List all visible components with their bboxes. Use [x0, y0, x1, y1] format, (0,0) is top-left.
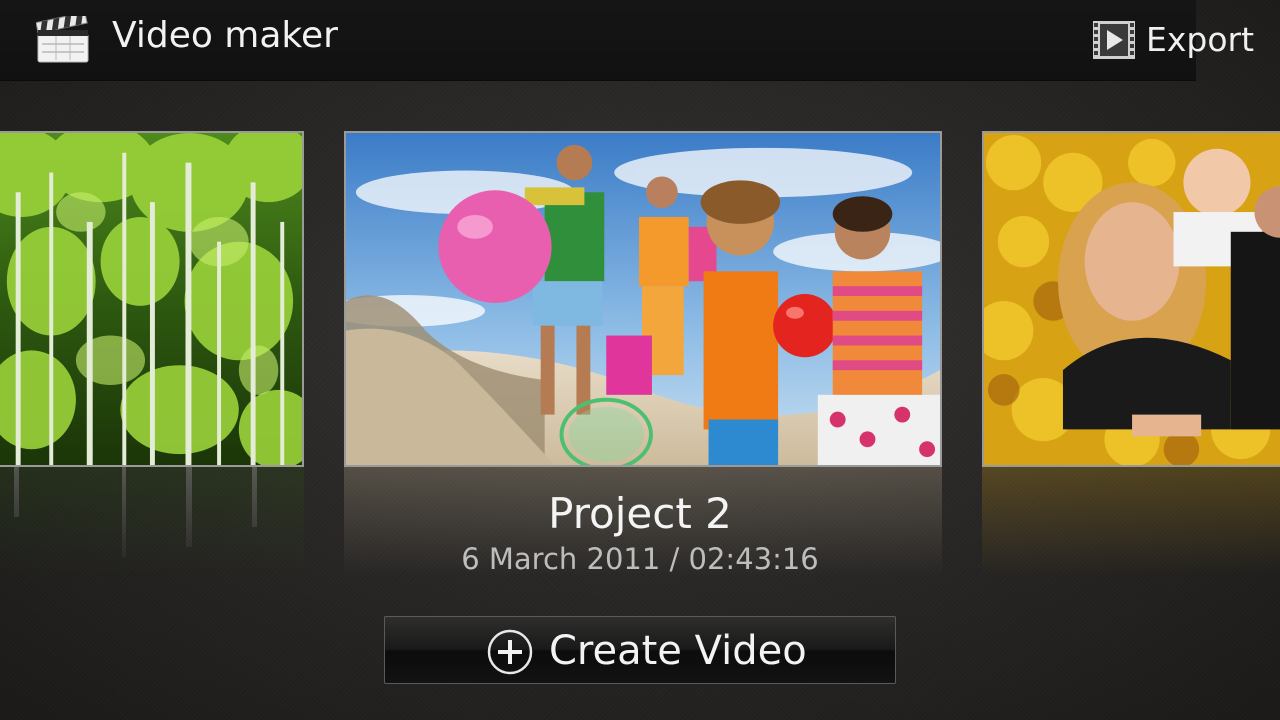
filmstrip-play-icon [1092, 20, 1136, 60]
project-thumbnail-beach[interactable] [344, 131, 942, 467]
app-title: Video maker [112, 15, 338, 56]
project-title: Project 2 [548, 489, 732, 538]
project-date: 6 March 2011 / 02:43:16 [461, 542, 819, 576]
video-maker-screen: Video maker Export Project 2 6 March 201… [0, 0, 1280, 720]
export-button[interactable]: Export [1092, 18, 1262, 62]
clapperboard-icon [35, 11, 90, 64]
project-thumbnail-autumn[interactable] [982, 131, 1280, 467]
create-video-button[interactable]: Create Video [384, 616, 896, 684]
plus-circle-icon [487, 629, 533, 675]
create-video-label: Create Video [549, 628, 807, 674]
project-thumbnail-forest[interactable] [0, 131, 304, 467]
export-label: Export [1146, 20, 1255, 59]
action-bar: Video maker [0, 0, 1196, 81]
